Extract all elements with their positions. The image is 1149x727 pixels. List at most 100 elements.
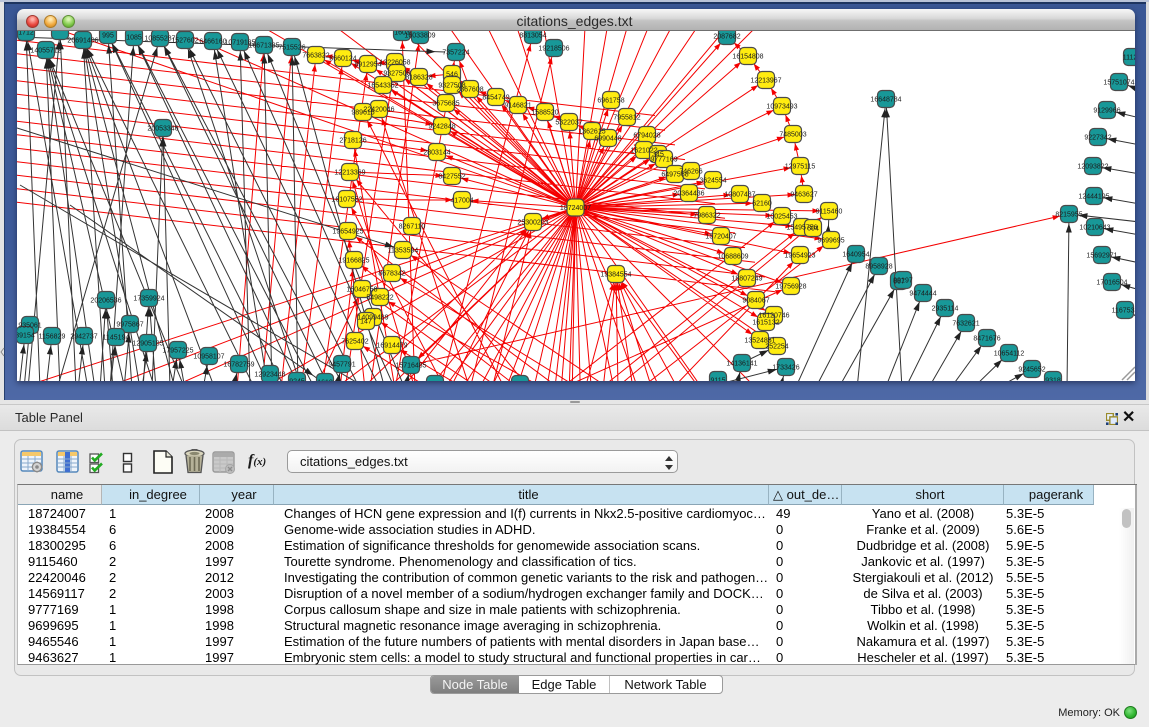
- svg-text:16543362: 16543362: [367, 83, 398, 90]
- svg-text:8958928: 8958928: [865, 264, 892, 271]
- svg-text:1588520: 1588520: [531, 110, 558, 117]
- svg-text:15716485: 15716485: [395, 363, 426, 370]
- svg-text:8660124: 8660124: [329, 56, 356, 63]
- svg-text:8215955: 8215955: [1055, 212, 1082, 219]
- svg-text:62160: 62160: [752, 201, 772, 208]
- svg-text:9318: 9318: [1045, 378, 1061, 385]
- svg-text:16782759: 16782759: [223, 362, 254, 369]
- svg-text:1615132: 1615132: [752, 320, 779, 327]
- svg-text:8454749: 8454749: [482, 95, 509, 102]
- svg-text:2935114: 2935114: [932, 306, 959, 313]
- svg-text:12905185: 12905185: [132, 341, 163, 348]
- svg-text:6794028: 6794028: [633, 133, 660, 140]
- svg-text:8912954: 8912954: [354, 62, 381, 69]
- svg-text:9699695: 9699695: [817, 238, 844, 245]
- svg-text:9115: 9115: [710, 378, 725, 385]
- svg-text:9474444: 9474444: [909, 291, 936, 298]
- svg-text:7357224: 7357224: [442, 50, 469, 57]
- svg-text:10654112: 10654112: [994, 351, 1025, 358]
- svg-text:16154808: 16154808: [732, 54, 763, 61]
- svg-text:19166825: 19166825: [338, 258, 369, 265]
- svg-text:147: 147: [360, 319, 372, 326]
- svg-text:10210643: 10210643: [1079, 225, 1110, 232]
- svg-text:16107552: 16107552: [331, 197, 362, 204]
- svg-text:7986322: 7986322: [693, 213, 720, 220]
- svg-text:19384554: 19384554: [600, 272, 631, 279]
- svg-text:20364436: 20364436: [673, 191, 704, 198]
- svg-text:13226058: 13226058: [379, 60, 410, 67]
- svg-text:10958107: 10958107: [193, 354, 224, 361]
- svg-text:252254: 252254: [765, 344, 788, 351]
- svg-text:7485003: 7485003: [779, 132, 806, 139]
- svg-text:6990448: 6990448: [594, 136, 621, 143]
- svg-text:5322037: 5322037: [555, 120, 582, 127]
- svg-text:417004: 417004: [450, 198, 473, 205]
- svg-text:9129966: 9129966: [1093, 108, 1120, 115]
- svg-text:1156829: 1156829: [39, 334, 66, 341]
- svg-text:9084067: 9084067: [742, 298, 769, 305]
- svg-text:5498222: 5498222: [366, 295, 393, 302]
- svg-text:16033809: 16033809: [404, 33, 435, 40]
- svg-text:9457791: 9457791: [328, 362, 355, 369]
- svg-text:19756928: 19756928: [775, 284, 806, 291]
- svg-text:9777169: 9777169: [650, 157, 677, 164]
- svg-text:99197: 99197: [893, 278, 913, 285]
- svg-text:2942737: 2942737: [70, 334, 97, 341]
- svg-text:9463627: 9463627: [790, 192, 817, 199]
- svg-text:7632621: 7632621: [952, 321, 979, 328]
- svg-text:18807249: 18807249: [731, 276, 762, 283]
- svg-text:6466160: 6466160: [199, 39, 226, 46]
- svg-text:9245652: 9245652: [1018, 367, 1045, 374]
- svg-text:604: 604: [807, 226, 819, 233]
- svg-text:11129: 11129: [1123, 55, 1142, 62]
- svg-text:19218506: 19218506: [538, 46, 569, 53]
- svg-text:8427552: 8427552: [438, 174, 465, 181]
- svg-text:9227342: 9227342: [1084, 135, 1111, 142]
- svg-text:746266: 746266: [679, 169, 702, 176]
- svg-text:2087682: 2087682: [713, 34, 740, 41]
- svg-text:7625402: 7625402: [341, 339, 368, 346]
- svg-text:8678342: 8678342: [378, 271, 405, 278]
- svg-text:1167533: 1167533: [1112, 308, 1139, 315]
- svg-text:9146821: 9146821: [504, 103, 531, 110]
- svg-text:18724007: 18724007: [560, 205, 591, 212]
- svg-text:16648784: 16648784: [870, 97, 901, 104]
- svg-text:1482: 1482: [427, 382, 443, 389]
- svg-text:935061: 935061: [18, 323, 41, 330]
- svg-text:14055712: 14055712: [30, 48, 61, 55]
- svg-text:12213369: 12213369: [334, 170, 365, 177]
- svg-text:2367608: 2367608: [456, 87, 483, 94]
- svg-text:546: 546: [446, 72, 458, 79]
- svg-text:16671385: 16671385: [248, 43, 279, 50]
- svg-text:10025453: 10025453: [766, 214, 797, 221]
- svg-text:9115460: 9115460: [816, 209, 843, 216]
- svg-text:16914479: 16914479: [376, 343, 407, 350]
- svg-text:9242848: 9242848: [428, 124, 455, 131]
- svg-text:1085: 1085: [126, 35, 142, 42]
- svg-text:20053346: 20053346: [147, 126, 178, 133]
- svg-text:15751074: 15751074: [1103, 80, 1134, 87]
- svg-text:989615: 989615: [351, 110, 374, 117]
- svg-text:25300203: 25300203: [517, 220, 548, 227]
- svg-text:17016504: 17016504: [1096, 280, 1127, 287]
- svg-text:16120746: 16120746: [758, 313, 789, 320]
- svg-text:12923448: 12923448: [254, 372, 285, 379]
- svg-text:7663822: 7663822: [302, 53, 329, 60]
- svg-text:2803144: 2803144: [423, 150, 450, 157]
- svg-text:9245: 9245: [289, 379, 305, 386]
- svg-text:7955812: 7955812: [613, 115, 640, 122]
- svg-text:19654925: 19654925: [332, 229, 363, 236]
- svg-text:39154: 39154: [15, 333, 35, 340]
- svg-text:1939: 1939: [512, 382, 528, 389]
- svg-text:7515526: 7515526: [278, 45, 305, 52]
- svg-text:16046758: 16046758: [346, 287, 377, 294]
- svg-text:15692971: 15692971: [1086, 253, 1117, 260]
- svg-text:8471676: 8471676: [973, 336, 1000, 343]
- svg-text:12444195: 12444195: [1078, 194, 1109, 201]
- svg-text:20206536: 20206536: [90, 298, 121, 305]
- svg-text:12093822: 12093822: [1077, 164, 1108, 171]
- svg-text:10973493: 10973493: [766, 104, 797, 111]
- svg-text:11353594: 11353594: [388, 248, 419, 255]
- svg-text:1610: 1610: [317, 380, 333, 387]
- svg-text:1733426: 1733426: [772, 365, 799, 372]
